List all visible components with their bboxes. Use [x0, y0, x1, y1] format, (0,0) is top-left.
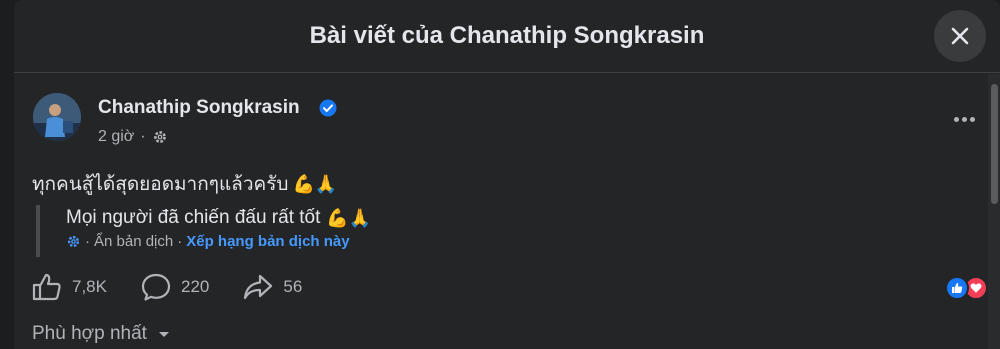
reaction-summary[interactable] [945, 276, 988, 300]
gear-icon[interactable] [152, 129, 168, 145]
translation-separator: · [177, 233, 183, 250]
translation-text: Mọi người đã chiến đấu rất tốt [66, 207, 321, 228]
share-icon [244, 274, 273, 300]
caret-down-icon [158, 332, 169, 337]
scrollbar[interactable] [988, 74, 1000, 349]
comment-count: 220 [180, 277, 210, 296]
like-count: 7,8K [72, 277, 107, 296]
post-text: ทุกคนสู้ได้สุดยอดมากๆแล้วครับ 💪🙏 [32, 169, 337, 199]
post-emojis: 💪🙏 [292, 174, 338, 194]
avatar-image [33, 93, 81, 141]
comment-button[interactable]: 220 [141, 273, 209, 301]
translation-separator: · [85, 233, 90, 250]
share-count: 56 [283, 277, 303, 296]
comment-sort-label: Phù hợp nhất [32, 323, 147, 344]
translation-emojis: 💪🙏 [326, 208, 372, 228]
post-options-button[interactable] [946, 107, 982, 131]
post-dialog: Bài viết của Chanathip Songkrasin Chanat… [14, 0, 1000, 349]
like-button[interactable]: 7,8K [32, 273, 107, 301]
meta-separator: · [140, 128, 146, 145]
dialog-title: Bài viết của Chanathip Songkrasin [309, 22, 705, 49]
comment-icon [141, 273, 171, 301]
verified-badge-icon [319, 99, 337, 117]
post-body: Chanathip Songkrasin 2 giờ · ทุกคนสู้ได้… [14, 73, 1000, 349]
share-button[interactable]: 56 [243, 273, 302, 301]
gear-icon [67, 235, 80, 248]
post-timestamp[interactable]: 2 giờ [98, 128, 134, 146]
author-avatar[interactable] [33, 93, 81, 141]
dialog-header: Bài viết của Chanathip Songkrasin [14, 0, 1000, 73]
thumbs-up-icon [32, 273, 61, 301]
post-meta: 2 giờ · [98, 128, 168, 146]
author-name[interactable]: Chanathip Songkrasin [98, 97, 300, 119]
more-icon [953, 116, 959, 122]
translation-text-row: Mọi người đã chiến đấu rất tốt 💪🙏 [66, 207, 371, 229]
rate-translation-link[interactable]: Xếp hạng bản dịch này [186, 233, 349, 250]
post-message: ทุกคนสู้ได้สุดยอดมากๆแล้วครับ [32, 174, 289, 195]
comment-sort-dropdown[interactable]: Phù hợp nhất [32, 323, 171, 345]
like-reaction-icon [945, 276, 969, 300]
translation-block: Mọi người đã chiến đấu rất tốt 💪🙏 · Ẩn b… [36, 205, 371, 257]
close-icon [951, 27, 969, 45]
scrollbar-thumb[interactable] [991, 84, 998, 204]
hide-translation-link[interactable]: Ẩn bản dịch [94, 233, 173, 250]
translation-meta: · Ẩn bản dịch · Xếp hạng bản dịch này [66, 233, 371, 250]
post-actions: 7,8K 220 56 [32, 273, 336, 301]
close-button[interactable] [934, 10, 986, 62]
